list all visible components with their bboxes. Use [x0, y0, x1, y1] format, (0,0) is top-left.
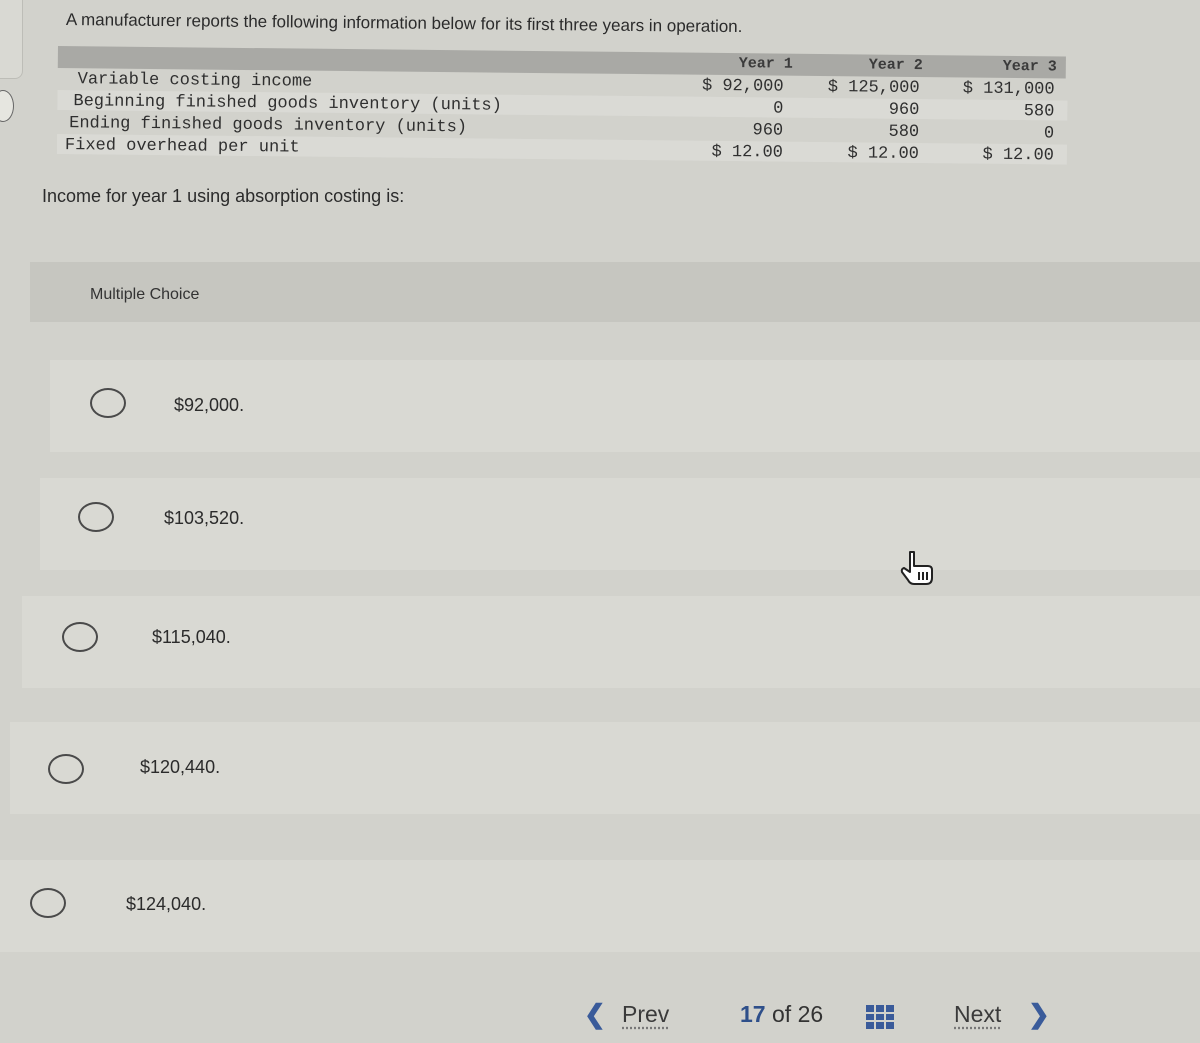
option-row[interactable]: $103,520.: [40, 478, 1200, 570]
grid-icon[interactable]: [866, 1005, 894, 1029]
of-label: of: [771, 1001, 792, 1027]
option-label[interactable]: $115,040.: [152, 627, 231, 648]
option-label[interactable]: $124,040.: [126, 894, 206, 915]
chevron-left-icon[interactable]: ❮: [584, 999, 606, 1030]
cell: 960: [888, 100, 920, 121]
cell: $ 12.00: [847, 144, 920, 165]
cell: 580: [1023, 102, 1055, 122]
chevron-right-icon[interactable]: ❯: [1028, 999, 1050, 1030]
row-label-beginning-inventory: Beginning finished goods inventory (unit…: [73, 92, 502, 116]
cell: 0: [1043, 124, 1055, 144]
option-label[interactable]: $120,440.: [140, 757, 220, 778]
page-indicator: 17 of 26: [740, 1001, 823, 1028]
cell: $ 12.00: [711, 142, 784, 163]
intro-text: A manufacturer reports the following inf…: [65, 10, 743, 37]
cell: $ 12.00: [982, 145, 1055, 166]
option-row[interactable]: $120,440.: [10, 722, 1200, 814]
option-row[interactable]: $115,040.: [22, 596, 1200, 688]
cell: 0: [773, 99, 784, 119]
cell: 960: [752, 121, 784, 141]
cell: $ 125,000: [827, 78, 920, 99]
radio-button[interactable]: [30, 888, 66, 918]
data-table: Year 1 Year 2 Year 3 Variable costing in…: [56, 46, 1068, 197]
multiple-choice-title: Multiple Choice: [90, 286, 200, 303]
radio-button[interactable]: [78, 502, 114, 532]
current-page: 17: [740, 1001, 766, 1027]
column-header-year-1: Year 1: [738, 55, 793, 73]
option-label[interactable]: $92,000.: [174, 395, 244, 416]
next-button[interactable]: Next: [954, 1001, 1001, 1028]
column-header-year-2: Year 2: [868, 56, 923, 75]
cell: $ 92,000: [701, 76, 784, 97]
option-label[interactable]: $103,520.: [164, 508, 244, 529]
option-row[interactable]: $124,040.: [0, 860, 1200, 952]
side-panel-edge: [0, 0, 23, 79]
question-text: Income for year 1 using absorption costi…: [42, 186, 405, 206]
column-header-year-3: Year 3: [1002, 57, 1057, 76]
option-row[interactable]: $92,000.: [50, 360, 1200, 452]
total-pages: 26: [797, 1001, 824, 1027]
row-label-fixed-overhead: Fixed overhead per unit: [64, 136, 300, 158]
row-label-variable-costing-income: Variable costing income: [77, 70, 313, 92]
radio-button[interactable]: [90, 388, 126, 418]
cell: $ 131,000: [962, 79, 1055, 100]
hand-pointer-cursor-icon: [900, 551, 933, 585]
multiple-choice-header: [30, 262, 1200, 322]
radio-button[interactable]: [62, 622, 98, 652]
cell: 580: [888, 122, 920, 143]
prev-button[interactable]: Prev: [622, 1001, 669, 1028]
radio-button[interactable]: [48, 754, 84, 784]
side-toggle-button[interactable]: [0, 90, 14, 122]
navigation-bar: ❮ Prev 17 of 26 Next ❯: [0, 985, 1200, 1043]
